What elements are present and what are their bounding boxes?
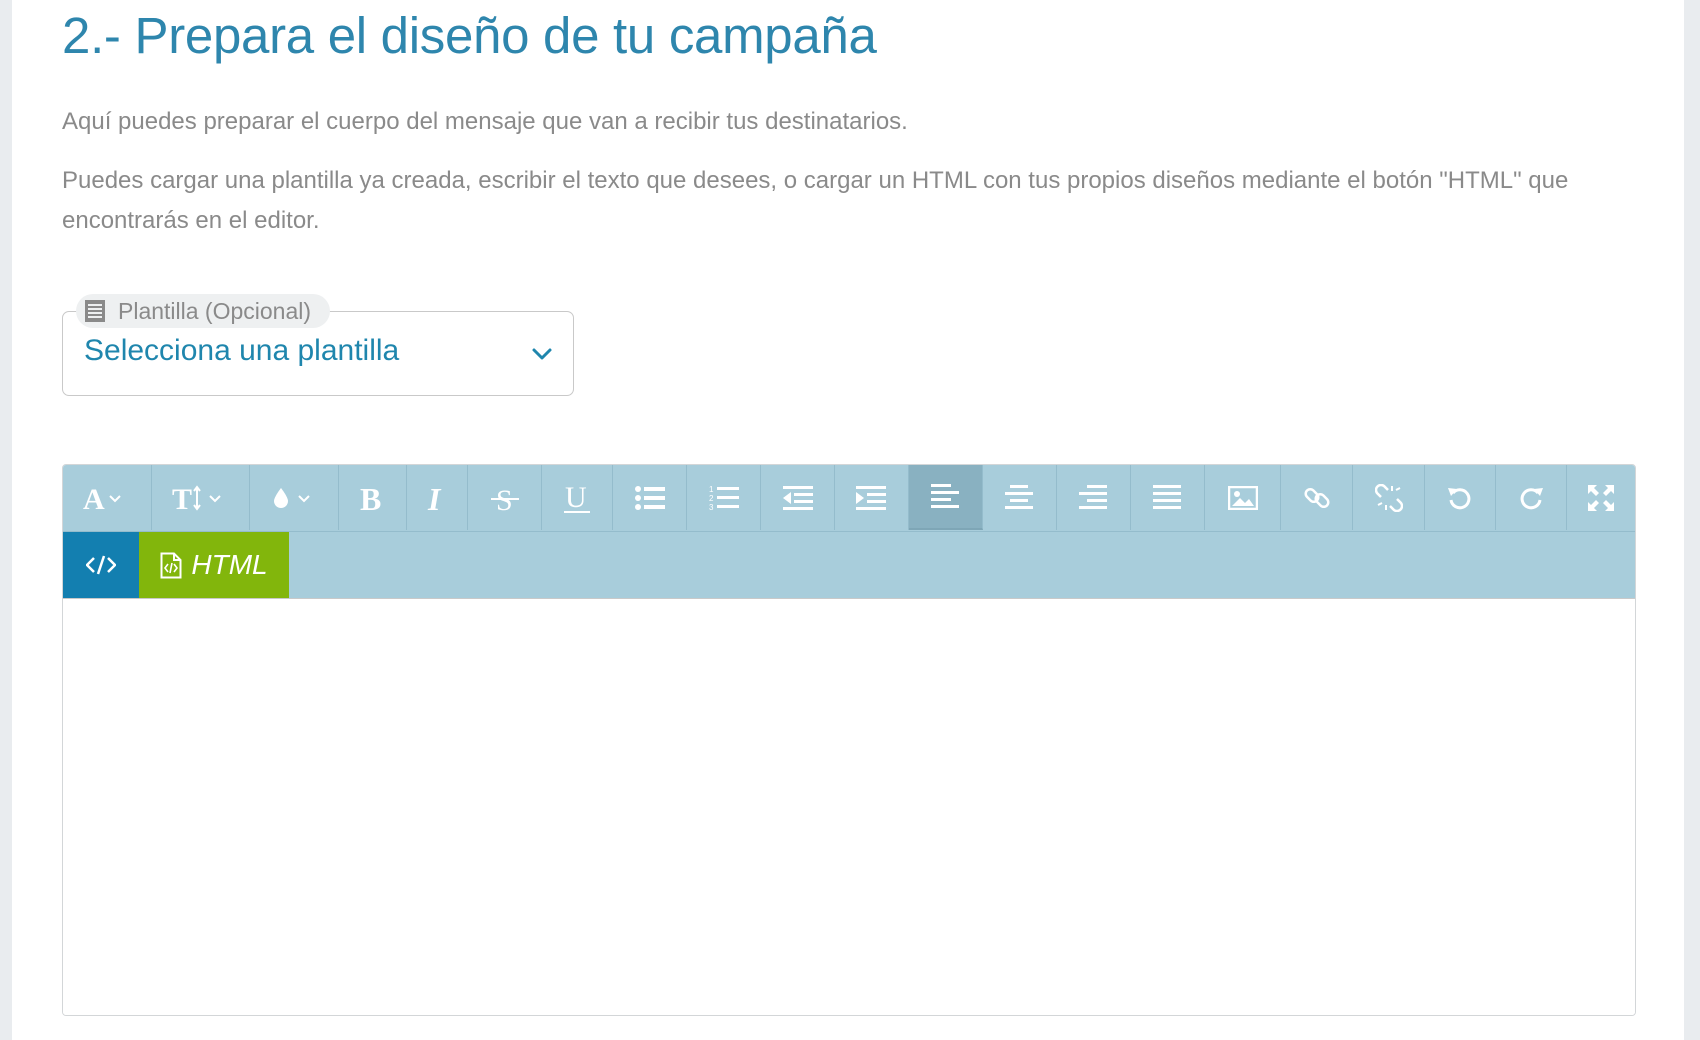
- link-icon: [1304, 487, 1330, 508]
- template-select-label: Plantilla (Opcional): [76, 294, 331, 328]
- bullet-list-icon: [634, 485, 665, 510]
- html-file-icon: [160, 552, 182, 578]
- font-size-button[interactable]: T: [152, 465, 250, 530]
- svg-text:U: U: [565, 481, 587, 514]
- italic-icon: I: [427, 482, 442, 514]
- image-icon: [1227, 485, 1258, 510]
- align-justify-button[interactable]: [1131, 465, 1205, 530]
- editor-toolbar-row: HTML: [63, 531, 1635, 598]
- undo-button[interactable]: [1425, 465, 1497, 530]
- font-family-button[interactable]: A: [63, 465, 152, 530]
- redo-button[interactable]: [1496, 465, 1568, 530]
- numbered-list-button[interactable]: 1 2 3: [687, 465, 762, 530]
- fullscreen-button[interactable]: [1567, 465, 1635, 530]
- align-justify-icon: [1153, 484, 1182, 509]
- editor-toolbar-row: A T B I S U 1 2 3: [63, 465, 1635, 530]
- underline-icon: U: [564, 481, 591, 514]
- color-drop-icon: [273, 487, 310, 508]
- align-left-icon: [931, 483, 960, 508]
- bold-button[interactable]: B: [339, 465, 407, 530]
- unlink-icon: [1374, 483, 1403, 512]
- indent-button[interactable]: [835, 465, 909, 530]
- align-center-button[interactable]: [983, 465, 1057, 530]
- redo-icon: [1520, 487, 1544, 509]
- editor-content-area[interactable]: [63, 598, 1635, 1015]
- align-right-button[interactable]: [1057, 465, 1131, 530]
- svg-text:1: 1: [709, 485, 714, 494]
- insert-image-button[interactable]: [1205, 465, 1282, 530]
- intro-paragraph: Puedes cargar una plantilla ya creada, e…: [62, 167, 1569, 234]
- font-family-icon: A: [83, 483, 121, 513]
- undo-icon: [1448, 487, 1471, 509]
- campaign-design-panel: 2.- Prepara el diseño de tu campaña Aquí…: [12, 0, 1684, 1040]
- template-select-value[interactable]: Selecciona una plantilla: [84, 334, 399, 368]
- chevron-down-icon[interactable]: [531, 343, 553, 365]
- code-icon: [86, 555, 116, 575]
- svg-text:T: T: [172, 483, 192, 513]
- svg-text:B: B: [360, 482, 381, 514]
- svg-text:3: 3: [709, 503, 714, 512]
- html-button-label: HTML: [191, 549, 268, 580]
- unlink-button[interactable]: [1353, 465, 1426, 530]
- strikethrough-button[interactable]: S: [468, 465, 543, 530]
- outdent-icon: [782, 485, 813, 510]
- underline-button[interactable]: U: [542, 465, 614, 530]
- intro-paragraph: Aquí puedes preparar el cuerpo del mensa…: [62, 108, 908, 135]
- insert-link-button[interactable]: [1281, 465, 1354, 530]
- indent-icon: [856, 485, 887, 510]
- font-size-icon: T: [172, 483, 222, 513]
- template-select-label-text: Plantilla (Opcional): [118, 297, 312, 324]
- svg-text:A: A: [83, 483, 105, 513]
- svg-text:2: 2: [709, 494, 714, 503]
- text-color-button[interactable]: [250, 465, 339, 530]
- italic-button[interactable]: I: [407, 465, 469, 530]
- document-icon: [85, 300, 105, 322]
- editor-toolbar: A T B I S U 1 2 3 HTML: [63, 465, 1635, 598]
- bullet-list-button[interactable]: [613, 465, 688, 530]
- strikethrough-icon: S: [490, 484, 519, 514]
- intro-text: Aquí puedes preparar el cuerpo del mensa…: [62, 102, 1642, 260]
- html-button[interactable]: HTML: [139, 532, 289, 598]
- template-select[interactable]: Plantilla (Opcional) Selecciona una plan…: [62, 294, 574, 396]
- outdent-button[interactable]: [761, 465, 836, 530]
- page-title: 2.- Prepara el diseño de tu campaña: [62, 7, 877, 64]
- fullscreen-icon: [1588, 484, 1615, 511]
- align-right-icon: [1079, 484, 1108, 509]
- align-left-button[interactable]: [908, 465, 983, 530]
- numbered-list-icon: 1 2 3: [709, 485, 739, 512]
- svg-text:I: I: [427, 482, 442, 514]
- rich-text-editor: A T B I S U 1 2 3 HTML: [62, 464, 1636, 1016]
- align-center-icon: [1005, 484, 1034, 509]
- bold-icon: B: [360, 482, 381, 514]
- code-view-button[interactable]: [63, 532, 139, 598]
